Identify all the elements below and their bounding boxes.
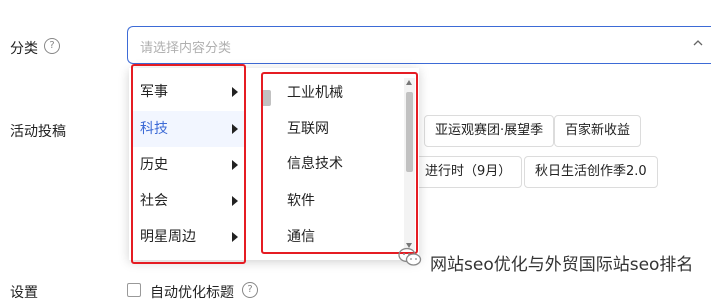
auto-optimize-checkbox[interactable] [127,283,141,297]
wechat-icon [398,247,422,266]
category-label: 分类 [10,41,38,57]
activity-tag[interactable]: 百家新收益 [554,115,642,147]
settings-label: 设置 [10,285,38,301]
chevron-up-icon[interactable] [693,38,703,48]
help-icon[interactable]: ? [44,38,60,54]
help-icon[interactable]: ? [242,282,258,298]
category-select-placeholder: 请选择内容分类 [140,41,232,56]
highlight-frame-level1 [131,64,246,264]
watermark-text: 网站seo优化与外贸国际站seo排名 [430,255,694,275]
activity-label: 活动投稿 [10,124,66,140]
highlight-frame-level2 [261,72,418,254]
auto-optimize-label: 自动优化标题 [150,285,234,301]
activity-tag[interactable]: 亚运观赛团·展望季 [424,115,555,147]
activity-tag[interactable]: 秋日生活创作季2.0 [524,156,658,188]
